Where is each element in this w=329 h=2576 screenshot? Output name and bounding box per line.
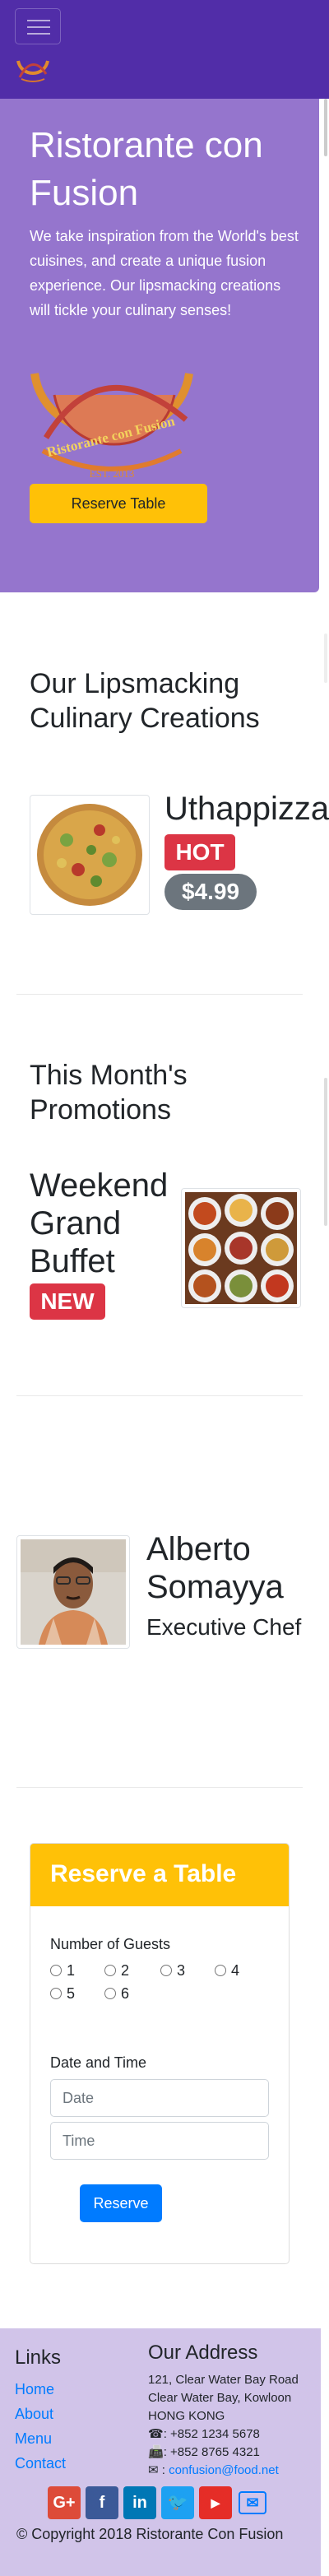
card-header: Reserve a Table [30, 1844, 289, 1906]
copyright: © Copyright 2018 Ristorante Con Fusion [16, 2526, 284, 2542]
section-divider [16, 1787, 303, 1788]
guest-radio-3[interactable]: 3 [160, 1962, 185, 1980]
guest-radio-2[interactable]: 2 [104, 1962, 129, 1980]
fax-icon: 📠 [148, 2445, 164, 2459]
date-input[interactable]: Date [50, 2079, 269, 2117]
reservation-card: Reserve a Table Number of Guests 1 2 3 4… [30, 1843, 290, 2264]
chef-portrait [21, 1539, 126, 1645]
section-divider [16, 1395, 303, 1396]
logo-icon[interactable] [15, 56, 51, 84]
promotion-section-title: This Month's Promotions [30, 1060, 188, 1126]
email-line: ✉ : confusion@food.net [148, 2463, 279, 2477]
footer-link-about[interactable]: About [15, 2406, 53, 2423]
pizza-image [34, 799, 146, 911]
logo-est-text: EST. 2013 [90, 467, 135, 480]
footer-link-contact[interactable]: Contact [15, 2455, 66, 2472]
section-divider [16, 994, 303, 995]
fax-line: 📠: +852 8765 4321 [148, 2445, 260, 2459]
promotion-label-badge: NEW [30, 1283, 105, 1320]
buffet-image [185, 1192, 297, 1304]
leader-image [16, 1535, 130, 1649]
guest-radio-1[interactable]: 1 [50, 1962, 75, 1980]
address-line-1: 121, Clear Water Bay Road [148, 2373, 299, 2387]
guest-radio-4[interactable]: 4 [215, 1962, 239, 1980]
dish-image [30, 795, 150, 915]
google-plus-icon[interactable]: G+ [48, 2486, 81, 2519]
youtube-icon[interactable]: ▶ [199, 2486, 232, 2519]
phone-line: ☎: +852 1234 5678 [148, 2427, 260, 2441]
facebook-icon[interactable]: f [86, 2486, 118, 2519]
datetime-label: Date and Time [50, 2054, 147, 2071]
address-heading: Our Address [148, 2342, 258, 2364]
address-line-2: Clear Water Bay, Kowloon [148, 2391, 292, 2405]
navbar-toggle-button[interactable] [15, 8, 61, 44]
promotion-name: Weekend Grand Buffet [30, 1167, 169, 1279]
dish-section-title: Our Lipsmacking Culinary Creations [30, 668, 260, 734]
dish-label-badge: HOT [164, 834, 235, 870]
navbar [0, 0, 329, 99]
hero-jumbotron: Ristorante con Fusion We take inspiratio… [0, 99, 319, 592]
leader-name: Alberto Somayya [146, 1531, 284, 1605]
links-heading: Links [15, 2346, 62, 2369]
section-edge [324, 634, 327, 683]
footer-link-home[interactable]: Home [15, 2381, 54, 2398]
email-link[interactable]: confusion@food.net [169, 2463, 279, 2477]
leader-designation: Executive Chef [146, 1614, 302, 1640]
hamburger-icon [27, 20, 50, 21]
address-line-3: HONG KONG [148, 2409, 225, 2423]
scrollbar[interactable] [324, 99, 327, 156]
hero-title: Ristorante con Fusion [30, 125, 263, 213]
phone-icon: ☎ [148, 2427, 164, 2441]
reserve-table-button[interactable]: Reserve Table [30, 484, 207, 523]
guest-radio-5[interactable]: 5 [50, 1985, 75, 2003]
dish-price-badge: $4.99 [164, 874, 257, 910]
promotion-image [181, 1188, 301, 1308]
twitter-icon[interactable]: 🐦 [161, 2486, 194, 2519]
envelope-icon: ✉ [148, 2463, 159, 2477]
reserve-submit-button[interactable]: Reserve [80, 2184, 162, 2222]
time-input[interactable]: Time [50, 2122, 269, 2160]
mail-icon[interactable]: ✉ [239, 2491, 266, 2514]
dish-name: Uthappizza [164, 791, 329, 827]
card-title: Reserve a Table [50, 1860, 237, 1887]
section-edge [324, 1078, 327, 1226]
hero-description: We take inspiration from the World's bes… [30, 228, 299, 318]
restaurant-logo-icon: Ristorante con Fusion EST. 2013 [30, 373, 193, 480]
guest-radio-6[interactable]: 6 [104, 1985, 129, 2003]
guests-label: Number of Guests [50, 1936, 171, 1952]
linkedin-icon[interactable]: in [123, 2486, 156, 2519]
footer-link-menu[interactable]: Menu [15, 2430, 52, 2448]
